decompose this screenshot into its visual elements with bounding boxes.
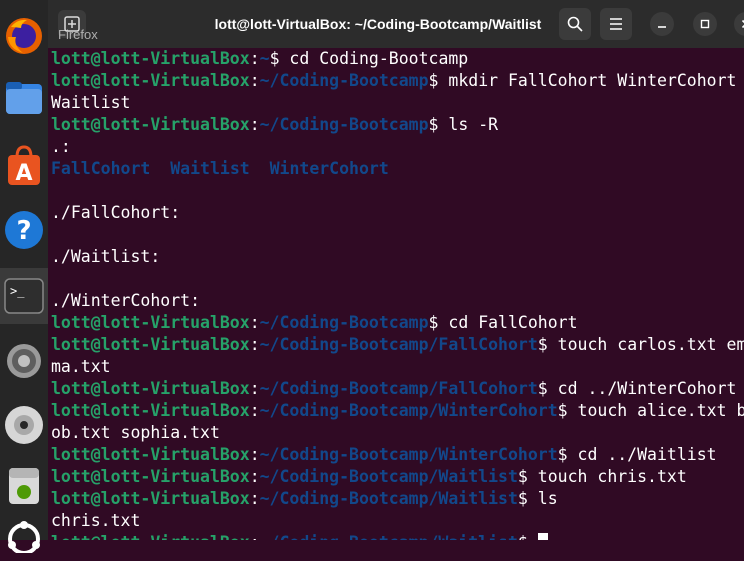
- app-center-icon[interactable]: A: [0, 138, 48, 194]
- output-text: Waitlist: [51, 93, 131, 112]
- prompt-command: [528, 533, 538, 540]
- prompt-command: cd Coding-Bootcamp: [279, 49, 469, 68]
- firefox-icon[interactable]: [0, 8, 48, 64]
- prompt-command: touch carlos.txt em: [547, 335, 744, 354]
- output-text: ./WinterCohort:: [51, 291, 201, 310]
- svg-text:?: ?: [16, 216, 31, 246]
- svg-text:>_: >_: [10, 284, 25, 298]
- prompt-user-host: lott@lott-VirtualBox: [51, 379, 250, 398]
- terminal-prompt-line: lott@lott-VirtualBox:~/Coding-Bootcamp/F…: [51, 379, 737, 398]
- terminal-icon[interactable]: >_: [0, 268, 48, 324]
- text-cursor: [537, 533, 548, 540]
- directory-entry: WinterCohort: [269, 159, 389, 178]
- prompt-user-host: lott@lott-VirtualBox: [51, 115, 250, 134]
- terminal-output-line: Waitlist: [51, 92, 744, 114]
- prompt-user-host: lott@lott-VirtualBox: [51, 467, 250, 486]
- output-text: chris.txt: [51, 511, 141, 530]
- search-button[interactable]: [559, 8, 591, 40]
- terminal-output-line: ob.txt sophia.txt: [51, 422, 744, 444]
- terminal-prompt-line: lott@lott-VirtualBox:~$ cd Coding-Bootca…: [51, 49, 469, 68]
- prompt-command: touch alice.txt b: [567, 401, 744, 420]
- prompt-user-host: lott@lott-VirtualBox: [51, 71, 250, 90]
- title-bar: lott@lott-VirtualBox: ~/Coding-Bootcamp/…: [48, 0, 744, 48]
- dock: A ? >_: [0, 0, 48, 553]
- search-icon: [567, 16, 583, 32]
- prompt-command: cd ../WinterCohort: [547, 379, 737, 398]
- minimize-button[interactable]: [650, 12, 674, 36]
- window-title: lott@lott-VirtualBox: ~/Coding-Bootcamp/…: [214, 16, 542, 32]
- prompt-command: cd ../Waitlist: [567, 445, 717, 464]
- prompt-path: ~/Coding-Bootcamp: [259, 115, 429, 134]
- prompt-path: ~/Coding-Bootcamp/Waitlist: [259, 467, 518, 486]
- dock-tooltip: Firefox: [58, 27, 98, 42]
- terminal-output-line: ./FallCohort:: [51, 202, 744, 224]
- terminal-output-line: ma.txt: [51, 356, 744, 378]
- terminal-prompt-line: lott@lott-VirtualBox:~/Coding-Bootcamp$ …: [51, 71, 737, 90]
- directory-entry: Waitlist: [170, 159, 250, 178]
- terminal-output-line: .:: [51, 136, 744, 158]
- terminal-output-line: chris.txt: [51, 510, 744, 532]
- terminal-output-line: ./WinterCohort:: [51, 290, 744, 312]
- prompt-path: ~/Coding-Bootcamp/FallCohort: [259, 335, 538, 354]
- svg-text:A: A: [15, 161, 32, 186]
- output-text: .:: [51, 137, 71, 156]
- prompt-command: ls -R: [438, 115, 499, 134]
- prompt-path: ~/Coding-Bootcamp/Waitlist: [260, 533, 518, 540]
- prompt-user-host: lott@lott-VirtualBox: [51, 489, 250, 508]
- terminal-output[interactable]: lott@lott-VirtualBox:~$ cd Coding-Bootca…: [48, 48, 744, 540]
- terminal-prompt-line: lott@lott-VirtualBox:~/Coding-Bootcamp/W…: [51, 532, 744, 540]
- terminal-prompt-line: lott@lott-VirtualBox:~/Coding-Bootcamp/W…: [51, 400, 744, 422]
- prompt-command: mkdir FallCohort WinterCohort: [438, 71, 737, 90]
- maximize-icon: [700, 19, 710, 29]
- terminal-prompt-line: lott@lott-VirtualBox:~/Coding-Bootcamp$ …: [51, 313, 578, 332]
- help-icon[interactable]: ?: [0, 202, 48, 258]
- files-icon[interactable]: [0, 70, 48, 126]
- prompt-user-host: lott@lott-VirtualBox: [51, 401, 250, 420]
- prompt-user-host: lott@lott-VirtualBox: [51, 335, 250, 354]
- prompt-user-host: lott@lott-VirtualBox: [51, 313, 250, 332]
- prompt-path: ~: [259, 49, 270, 68]
- ubuntu-icon[interactable]: [0, 505, 48, 561]
- minimize-icon: [658, 26, 666, 28]
- prompt-path: ~/Coding-Bootcamp/Waitlist: [259, 489, 518, 508]
- prompt-path: ~/Coding-Bootcamp/WinterCohort: [259, 401, 558, 420]
- prompt-path: ~/Coding-Bootcamp/WinterCohort: [259, 445, 558, 464]
- terminal-prompt-line: lott@lott-VirtualBox:~/Coding-Bootcamp/F…: [51, 334, 744, 356]
- prompt-user-host: lott@lott-VirtualBox: [51, 445, 250, 464]
- prompt-path: ~/Coding-Bootcamp: [259, 71, 429, 90]
- prompt-command: cd FallCohort: [438, 313, 578, 332]
- output-text: ./Waitlist:: [51, 247, 161, 266]
- maximize-button[interactable]: [693, 12, 717, 36]
- directory-entry: FallCohort: [51, 159, 151, 178]
- output-text: ma.txt: [51, 357, 111, 376]
- terminal-output-line: FallCohort Waitlist WinterCohort: [51, 158, 744, 180]
- terminal-output-line: ./Waitlist:: [51, 246, 744, 268]
- output-text: ./FallCohort:: [51, 203, 181, 222]
- output-text: ob.txt sophia.txt: [51, 423, 220, 442]
- settings-icon[interactable]: [0, 333, 48, 389]
- prompt-command: touch chris.txt: [527, 467, 687, 486]
- prompt-path: ~/Coding-Bootcamp: [259, 313, 429, 332]
- terminal-prompt-line: lott@lott-VirtualBox:~/Coding-Bootcamp/W…: [51, 445, 717, 464]
- prompt-user-host: lott@lott-VirtualBox: [51, 49, 250, 68]
- prompt-path: ~/Coding-Bootcamp/FallCohort: [259, 379, 538, 398]
- hamburger-icon: [610, 18, 622, 30]
- prompt-command: ls: [527, 489, 558, 508]
- menu-button[interactable]: [600, 8, 632, 40]
- terminal-prompt-line: lott@lott-VirtualBox:~/Coding-Bootcamp/W…: [51, 467, 687, 486]
- close-button[interactable]: [734, 12, 744, 36]
- disc-icon[interactable]: [0, 397, 48, 453]
- terminal-prompt-line: lott@lott-VirtualBox:~/Coding-Bootcamp/W…: [51, 489, 558, 508]
- prompt-user-host: lott@lott-VirtualBox: [51, 533, 250, 540]
- terminal-prompt-line: lott@lott-VirtualBox:~/Coding-Bootcamp$ …: [51, 115, 499, 134]
